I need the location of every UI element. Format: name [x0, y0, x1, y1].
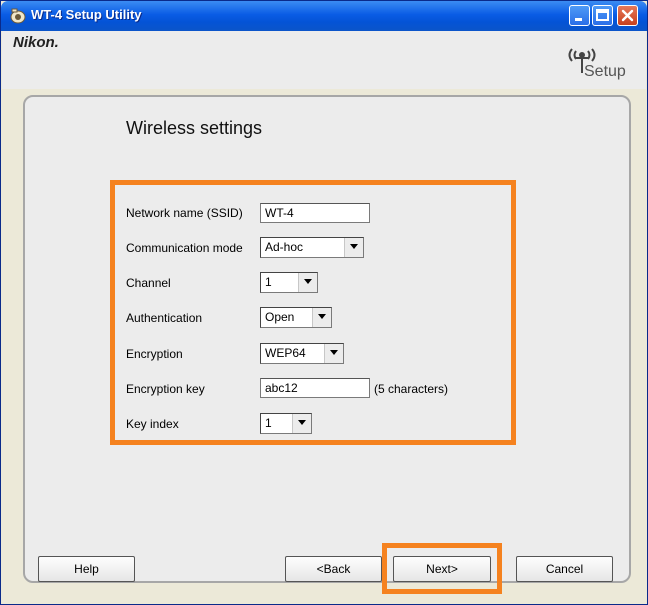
- key-index-select[interactable]: 1: [260, 413, 312, 434]
- encryption-key-input[interactable]: abc12: [260, 378, 370, 398]
- chevron-down-icon[interactable]: [312, 308, 331, 327]
- next-button[interactable]: Next>: [393, 556, 491, 582]
- back-button[interactable]: <Back: [285, 556, 382, 582]
- authentication-select[interactable]: Open: [260, 307, 332, 328]
- channel-label: Channel: [126, 276, 171, 290]
- communication-mode-value: Ad-hoc: [265, 240, 304, 254]
- app-icon: [9, 8, 27, 24]
- encryption-select[interactable]: WEP64: [260, 343, 344, 364]
- chevron-down-icon[interactable]: [344, 238, 363, 257]
- nikon-logo: Nikon.: [13, 34, 59, 51]
- channel-value: 1: [265, 275, 272, 289]
- setup-label: Setup: [584, 63, 626, 80]
- wireless-setup-icon: Setup: [558, 43, 638, 89]
- setup-window: WT-4 Setup Utility Setup Nikon. Wireless…: [0, 0, 648, 605]
- minimize-icon: [575, 18, 582, 21]
- channel-select[interactable]: 1: [260, 272, 318, 293]
- authentication-label: Authentication: [126, 311, 203, 325]
- close-icon: [621, 9, 634, 22]
- communication-mode-select[interactable]: Ad-hoc: [260, 237, 364, 258]
- encryption-value: WEP64: [265, 346, 306, 360]
- chevron-down-icon[interactable]: [292, 414, 311, 433]
- title-bar[interactable]: WT-4 Setup Utility: [1, 1, 647, 31]
- encryption-key-hint: (5 characters): [374, 382, 449, 396]
- authentication-value: Open: [265, 310, 295, 324]
- communication-mode-label: Communication mode: [126, 241, 243, 255]
- header-bar: Setup: [2, 31, 646, 89]
- key-index-value: 1: [265, 416, 272, 430]
- chevron-down-icon[interactable]: [298, 273, 317, 292]
- help-button[interactable]: Help: [38, 556, 135, 582]
- cancel-button[interactable]: Cancel: [516, 556, 613, 582]
- network-name-input[interactable]: WT-4: [260, 203, 370, 223]
- encryption-key-label: Encryption key: [126, 382, 205, 396]
- window-title: WT-4 Setup Utility: [31, 7, 142, 22]
- encryption-label: Encryption: [126, 347, 183, 361]
- network-name-label: Network name (SSID): [126, 206, 243, 220]
- minimize-button[interactable]: [569, 5, 590, 26]
- page-title: Wireless settings: [126, 118, 263, 138]
- maximize-button[interactable]: [592, 5, 613, 26]
- close-button[interactable]: [617, 5, 638, 26]
- key-index-label: Key index: [126, 417, 179, 431]
- chevron-down-icon[interactable]: [324, 344, 343, 363]
- maximize-icon: [596, 9, 609, 21]
